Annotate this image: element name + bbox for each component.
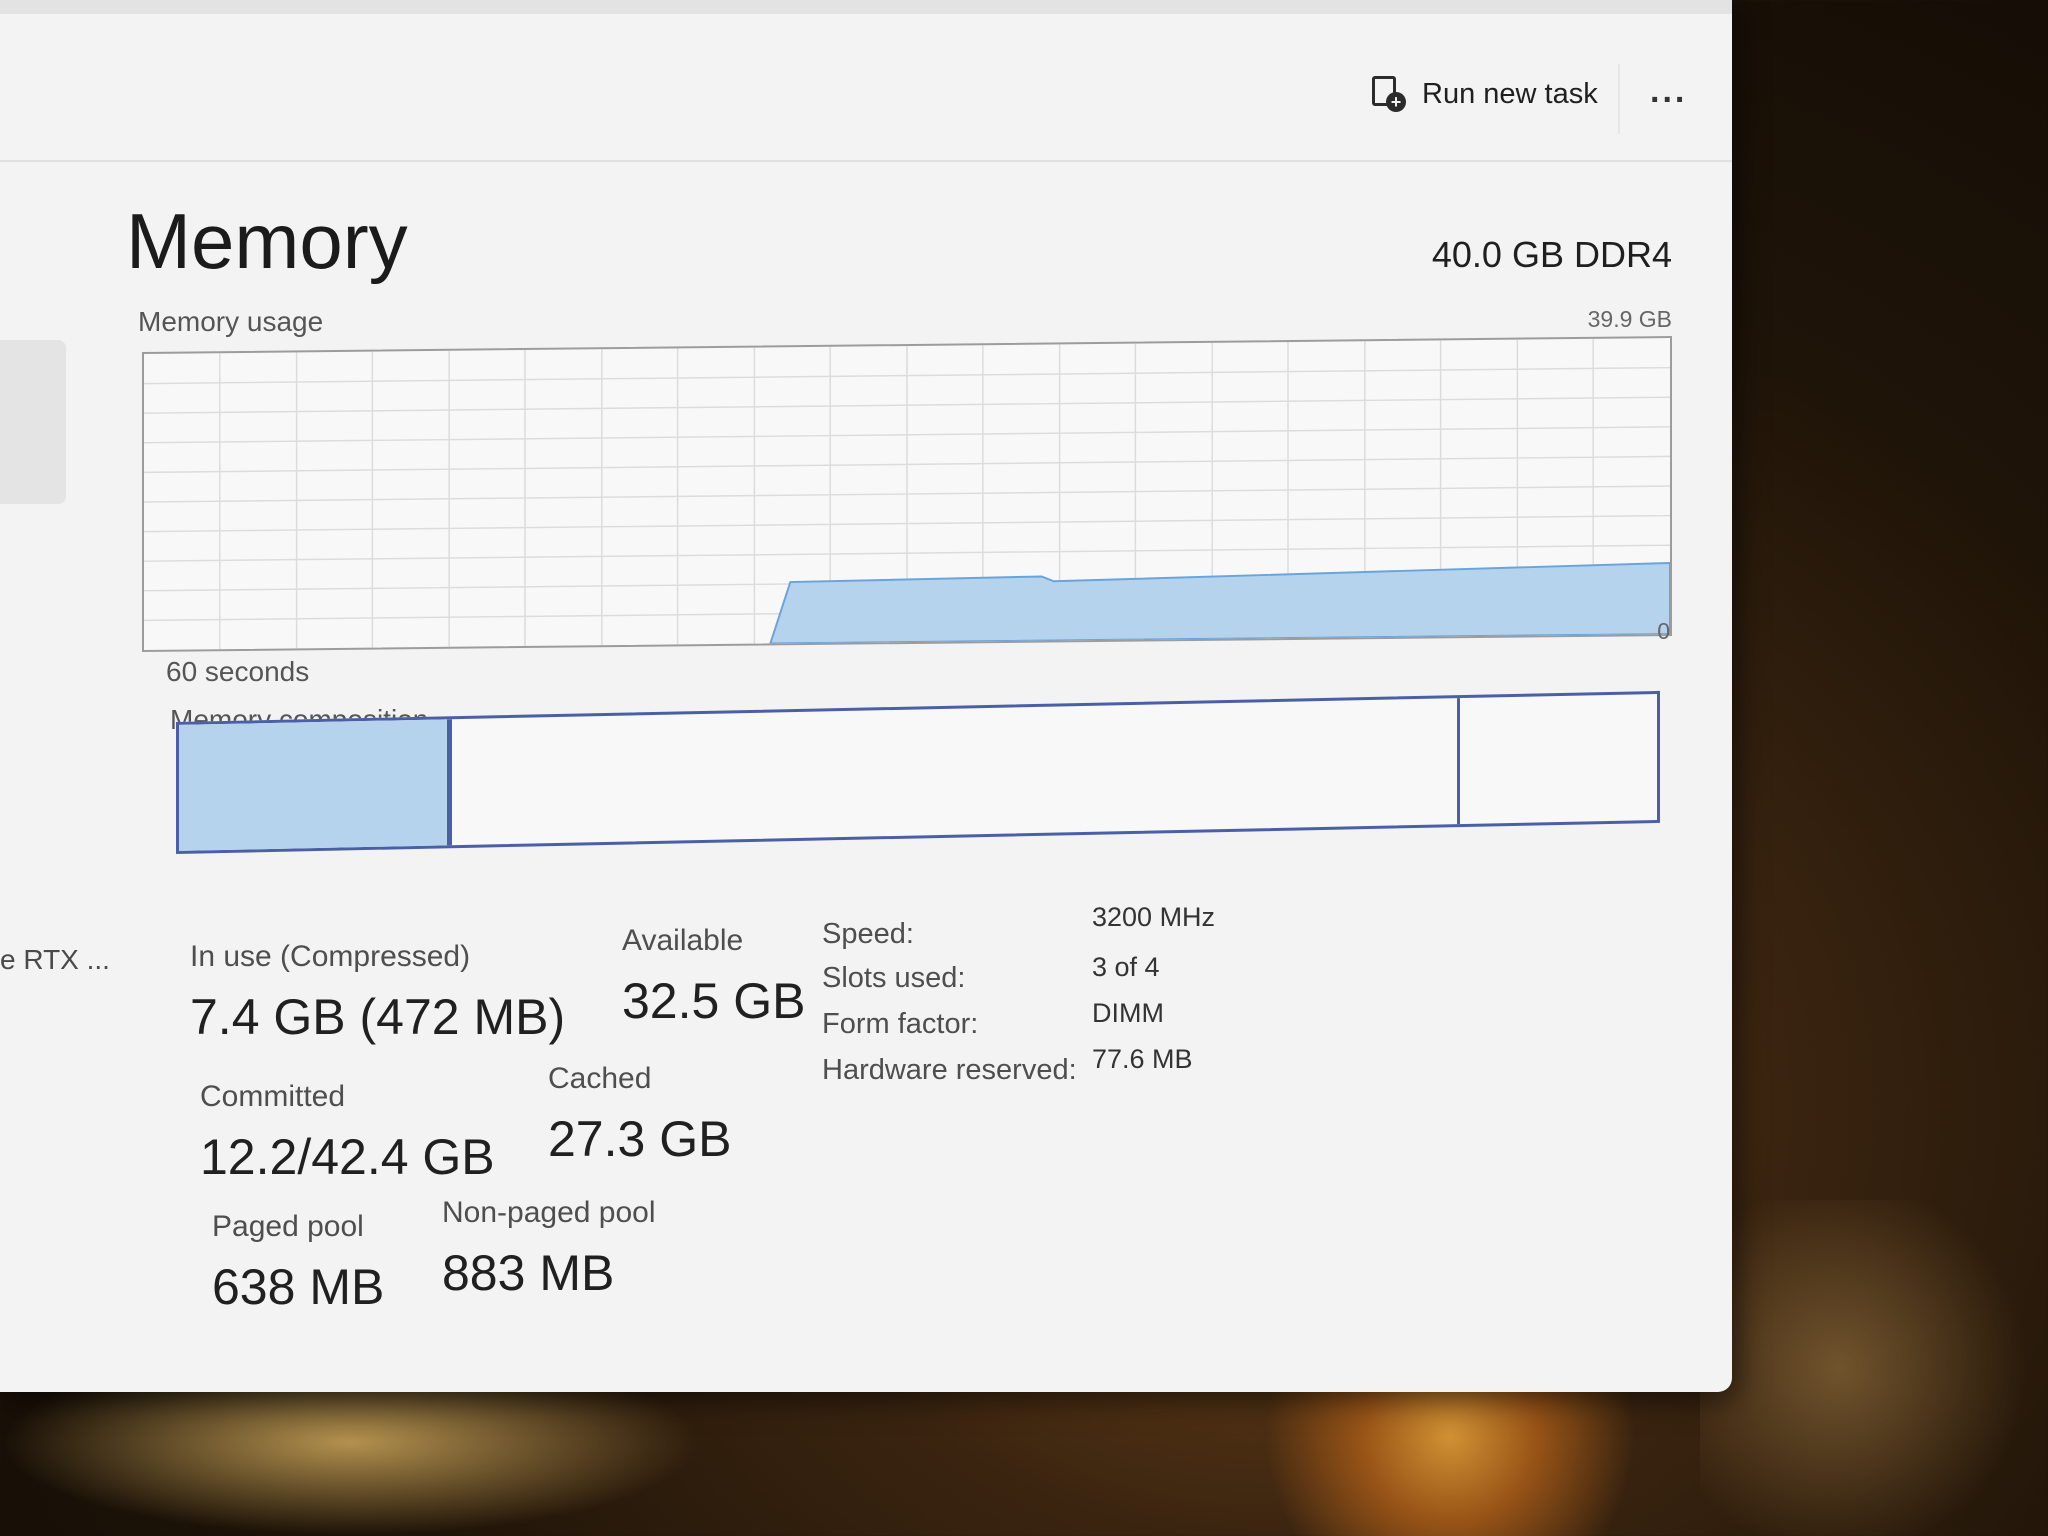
speed-label: Speed: (822, 918, 914, 950)
usage-graph (144, 338, 1670, 650)
speed-value: 3200 MHz (1092, 902, 1216, 932)
composition-in-use[interactable] (179, 719, 453, 851)
usage-area (768, 561, 1670, 645)
available-label: Available (622, 924, 744, 957)
in-use-value: 7.4 GB (472 MB) (190, 989, 566, 1045)
wallpaper-texture (1700, 1200, 2048, 1536)
committed-value: 12.2/42.4 GB (200, 1129, 495, 1185)
run-new-task-button[interactable]: + Run new task (1372, 72, 1598, 116)
sidebar-item-gpu[interactable]: e RTX ... (0, 944, 110, 976)
title-bar (0, 0, 1732, 14)
sidebar-item-memory[interactable] (0, 340, 66, 504)
hardware-reserved-value: 77.6 MB (1092, 1044, 1193, 1074)
form-factor-label: Form factor: (822, 1008, 979, 1040)
form-factor-value: DIMM (1092, 998, 1164, 1028)
memory-usage-label: Memory usage (138, 306, 324, 337)
task-manager-window: + Run new task ... e RTX ... Memory 40.0… (0, 0, 1732, 1392)
more-options-button[interactable]: ... (1650, 74, 1687, 108)
run-new-task-label: Run new task (1422, 77, 1598, 110)
cached-label: Cached (548, 1062, 652, 1095)
composition-free[interactable] (1460, 694, 1657, 824)
stat-committed: Committed 12.2/42.4 GB (200, 1080, 495, 1186)
toolbar: + Run new task ... (0, 14, 1732, 162)
new-task-icon: + (1372, 76, 1406, 112)
in-use-label: In use (Compressed) (190, 940, 471, 973)
composition-standby[interactable] (452, 698, 1461, 846)
committed-label: Committed (200, 1080, 346, 1113)
chart-max-label: 39.9 GB (1587, 306, 1672, 332)
stat-paged-pool: Paged pool 638 MB (212, 1210, 384, 1316)
paged-pool-value: 638 MB (212, 1259, 385, 1315)
time-span-label: 60 seconds (166, 656, 310, 687)
paged-pool-label: Paged pool (212, 1210, 364, 1243)
available-value: 32.5 GB (622, 973, 806, 1029)
toolbar-divider (1618, 64, 1620, 134)
stat-in-use: In use (Compressed) 7.4 GB (472 MB) (190, 940, 565, 1046)
stat-nonpaged-pool: Non-paged pool 883 MB (442, 1196, 656, 1302)
nonpaged-pool-value: 883 MB (442, 1245, 615, 1301)
memory-spec: 40.0 GB DDR4 (1431, 234, 1672, 275)
wallpaper-light (0, 1380, 700, 1536)
hardware-reserved-label: Hardware reserved: (822, 1054, 1077, 1086)
cached-value: 27.3 GB (548, 1111, 732, 1167)
stat-cached: Cached 27.3 GB (548, 1062, 731, 1168)
page-title: Memory (126, 197, 408, 285)
slots-value: 3 of 4 (1092, 952, 1160, 982)
slots-label: Slots used: (822, 962, 966, 994)
chart-min-label: 0 (1657, 618, 1670, 644)
stat-available: Available 32.5 GB (622, 924, 805, 1030)
nonpaged-pool-label: Non-paged pool (442, 1196, 656, 1229)
memory-usage-chart (142, 335, 1672, 653)
